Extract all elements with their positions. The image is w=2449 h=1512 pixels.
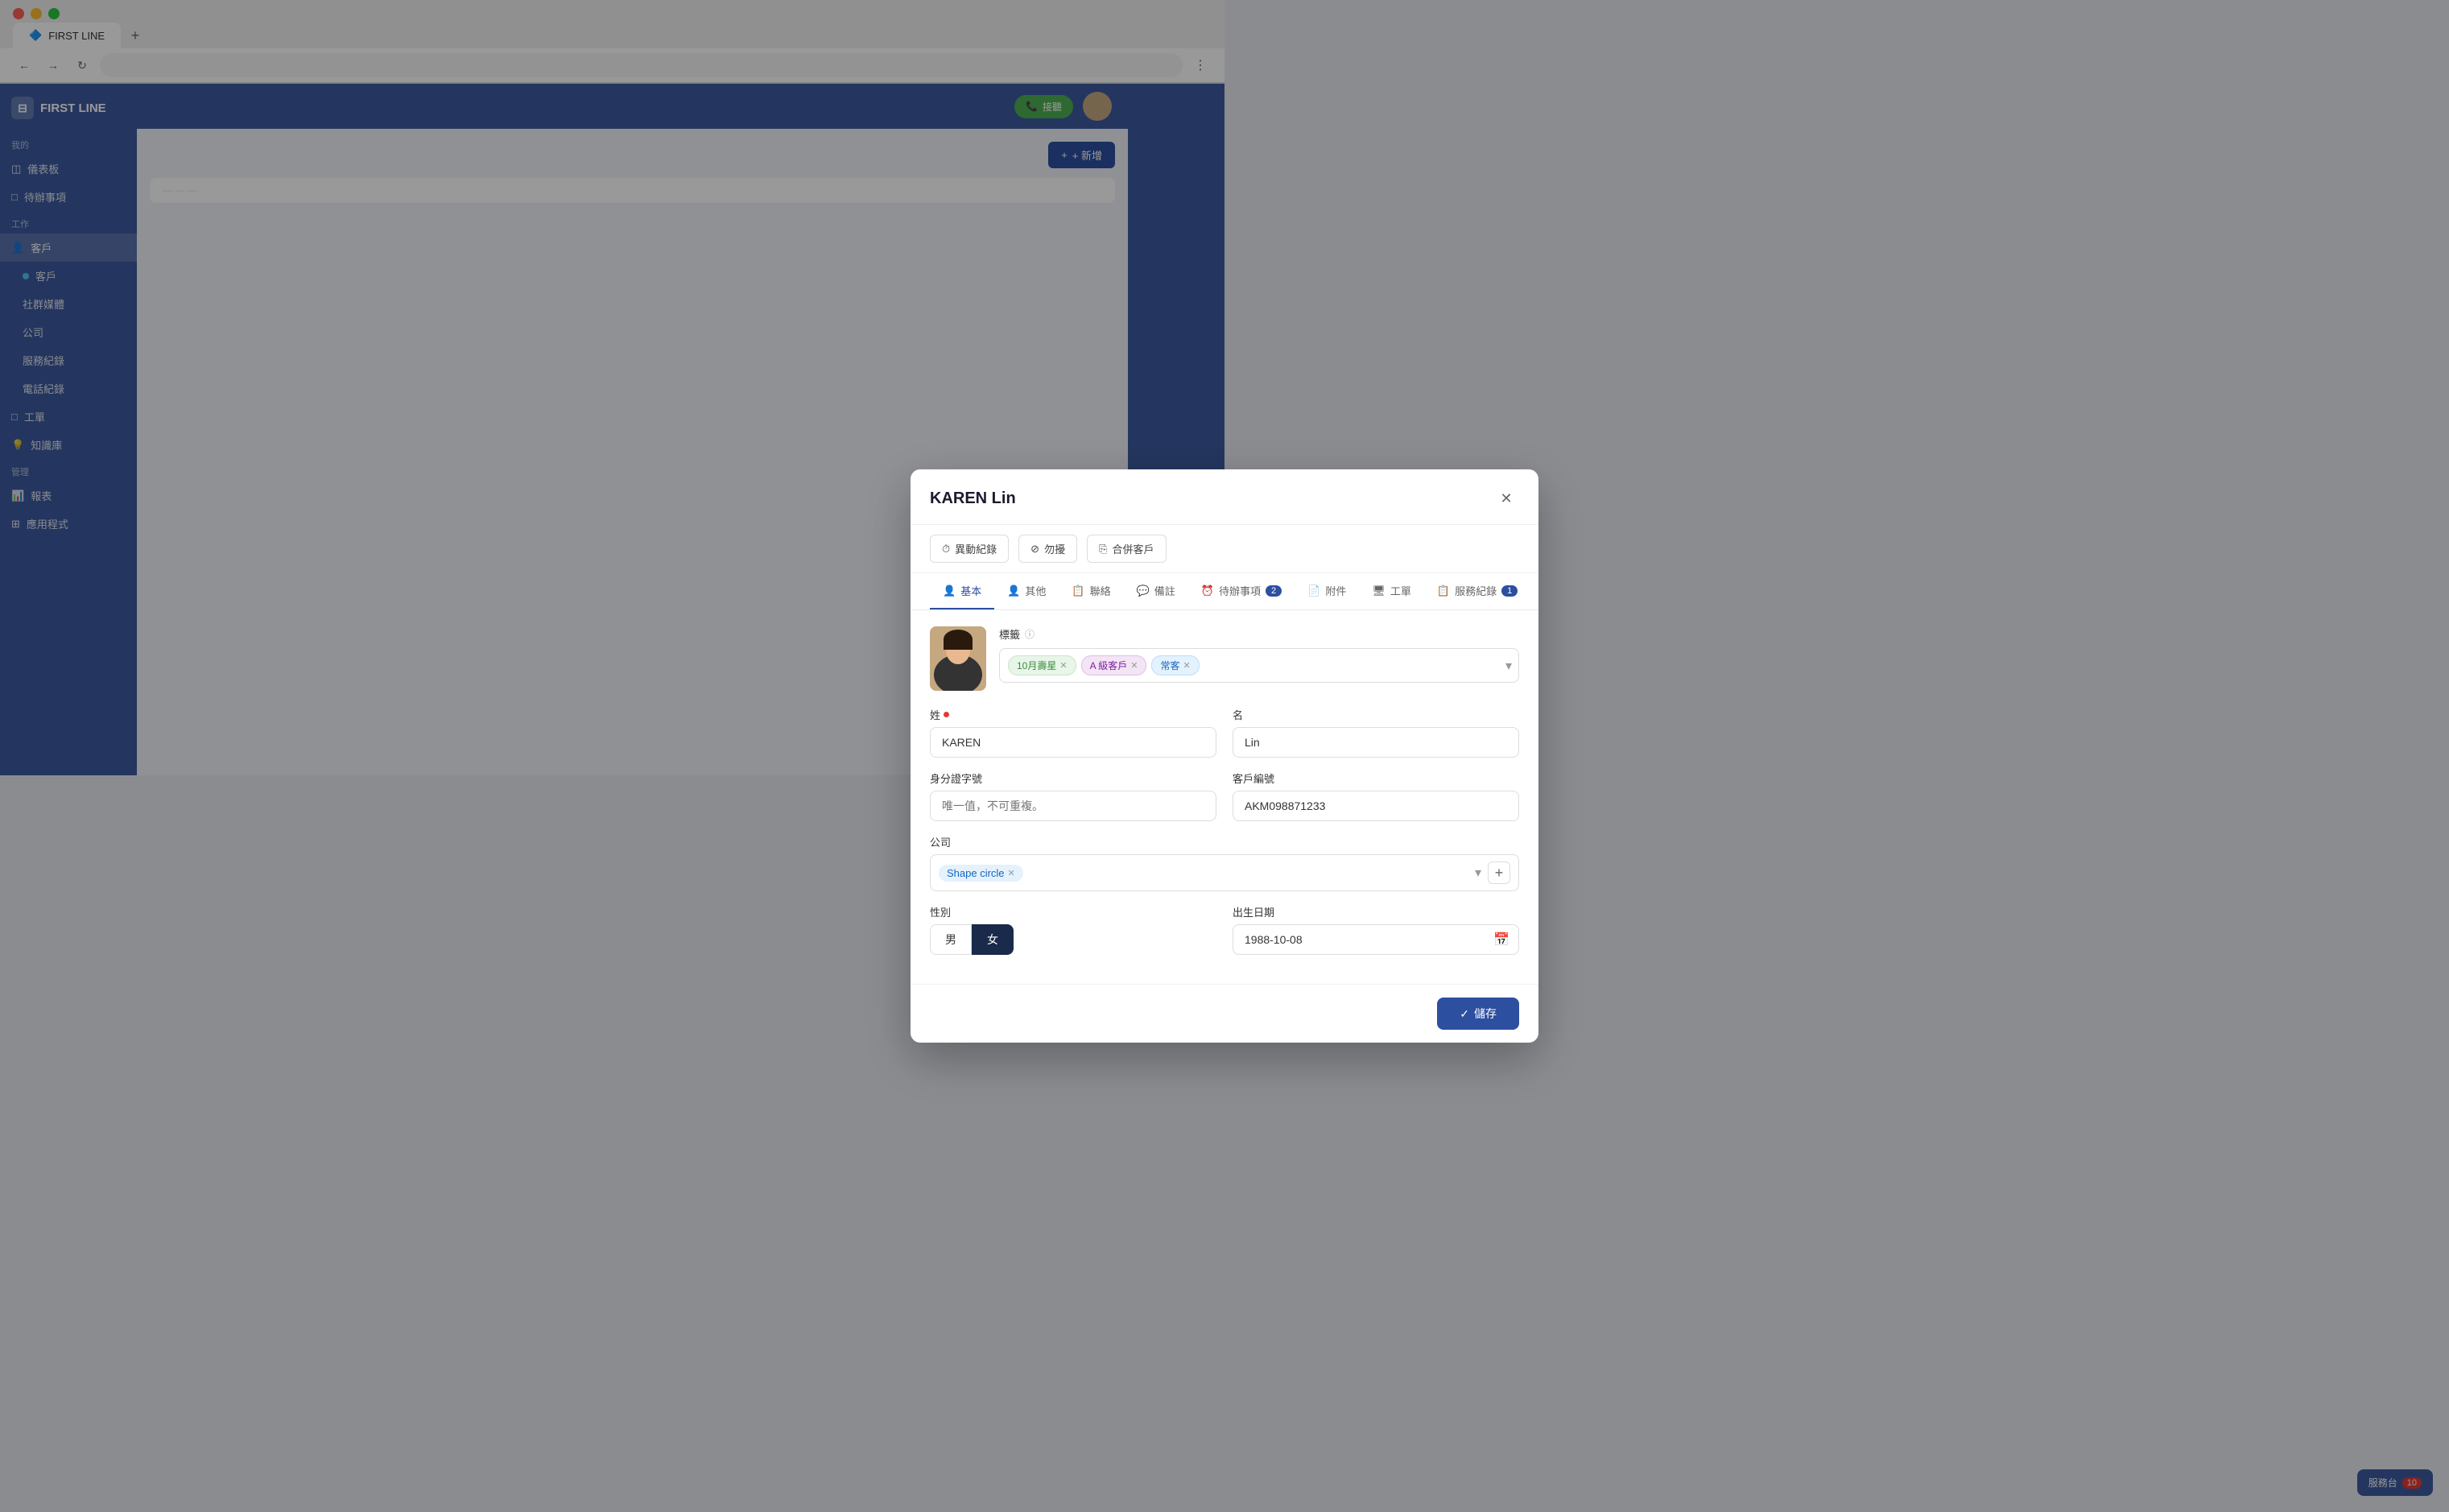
label-tag-birthday[interactable]: 10月壽星 ✕ [1008,655,1076,675]
labels-info-icon[interactable]: ⓘ [1025,627,1035,641]
no-disturb-icon: ⊘ [1030,543,1039,556]
tab-other-icon: 👤 [1007,585,1020,597]
tab-attachments-icon: 📄 [1307,585,1320,597]
id-number-group: 身分證字號 [930,770,1216,821]
labels-dropdown-arrow[interactable]: ▾ [1505,658,1512,674]
company-tag[interactable]: Shape circle ✕ [939,865,1023,882]
merge-button[interactable]: ⎘ 合併客戶 [1087,535,1166,563]
save-button[interactable]: ✓ 儲存 [1437,998,1519,1030]
gender-birthday-row: 性別 男 女 出生日期 📅 [930,904,1519,955]
birthday-field: 📅 [1233,924,1519,955]
birthday-label: 出生日期 [1233,904,1519,919]
labels-section: 標籤 ⓘ 10月壽星 ✕ A 級客戶 ✕ 常客 [999,626,1519,683]
company-name: Shape circle [947,867,1005,879]
company-group: 公司 Shape circle ✕ ▾ + [930,834,1519,891]
id-row: 身分證字號 客戶編號 [930,770,1519,821]
last-name-label: 姓 [930,707,1216,722]
tab-basic-icon: 👤 [943,585,956,597]
company-field-actions: ▾ + [1475,861,1510,884]
label-tag-regular-remove[interactable]: ✕ [1183,660,1191,671]
labels-label: 標籤 ⓘ [999,626,1519,642]
name-row: 姓 名 [930,707,1519,758]
id-number-label: 身分證字號 [930,770,1216,786]
modal-actions: ⏱ 異動紀錄 ⊘ 勿擾 ⎘ 合併客戶 [911,525,1538,573]
no-disturb-label: 勿擾 [1044,541,1065,556]
modal-overlay[interactable]: KAREN Lin ✕ ⏱ 異動紀錄 ⊘ 勿擾 ⎘ 合併客戶 👤 基本 [0,0,2449,1512]
anomaly-button[interactable]: ⏱ 異動紀錄 [930,535,1009,563]
tab-service-label: 服務紀錄 [1455,583,1497,598]
tab-notes-label: 備註 [1154,583,1175,598]
last-name-group: 姓 [930,707,1216,758]
label-tag-vip[interactable]: A 級客戶 ✕ [1081,655,1147,675]
customer-id-input[interactable] [1233,791,1519,821]
customer-id-label: 客戶編號 [1233,770,1519,786]
gender-female-button[interactable]: 女 [972,924,1014,955]
label-tag-vip-remove[interactable]: ✕ [1130,660,1138,671]
tab-service[interactable]: 📋 服務紀錄 1 [1424,573,1530,609]
gender-label: 性別 [930,904,1216,919]
tab-notes[interactable]: 💬 備註 [1124,573,1188,609]
tab-attachments[interactable]: 📄 附件 [1295,573,1359,609]
last-name-input[interactable] [930,727,1216,758]
no-disturb-button[interactable]: ⊘ 勿擾 [1018,535,1077,563]
calendar-icon[interactable]: 📅 [1493,932,1509,948]
tab-tickets-icon: 🖥 [1372,585,1386,597]
company-remove-icon[interactable]: ✕ [1008,868,1015,878]
tab-basic-label: 基本 [960,583,981,598]
tab-todos-icon: ⏰ [1201,585,1214,597]
tab-basic[interactable]: 👤 基本 [930,573,994,609]
first-name-label: 名 [1233,707,1519,722]
company-label: 公司 [930,834,1519,849]
company-dropdown-icon[interactable]: ▾ [1475,865,1481,881]
merge-icon: ⎘ [1099,543,1107,556]
labels-input[interactable]: 10月壽星 ✕ A 級客戶 ✕ 常客 ✕ ▾ [999,648,1519,683]
birthday-group: 出生日期 📅 [1233,904,1519,955]
customer-id-group: 客戶編號 [1233,770,1519,821]
company-add-button[interactable]: + [1488,861,1510,884]
tab-contact[interactable]: 📋 聯絡 [1059,573,1123,609]
birthday-input[interactable] [1233,924,1519,955]
tab-tickets[interactable]: 🖥 工單 [1359,573,1424,609]
gender-group: 性別 男 女 [930,904,1216,955]
tab-notes-icon: 💬 [1137,585,1150,597]
tab-other-label: 其他 [1025,583,1046,598]
tab-attachments-label: 附件 [1325,583,1346,598]
save-icon: ✓ [1460,1007,1469,1021]
tab-tickets-label: 工單 [1390,583,1411,598]
save-label: 儲存 [1474,1006,1497,1022]
tab-service-icon: 📋 [1437,585,1450,597]
tab-todos-label: 待辦事項 [1219,583,1261,598]
tab-todos-badge: 2 [1266,585,1282,597]
profile-avatar[interactable] [930,626,986,691]
first-name-group: 名 [1233,707,1519,758]
gender-male-button[interactable]: 男 [930,924,972,955]
anomaly-icon: ⏱ [942,543,950,556]
modal-footer: ✓ 儲存 [911,984,1538,1043]
label-tag-birthday-remove[interactable]: ✕ [1059,660,1067,671]
tab-contact-label: 聯絡 [1090,583,1111,598]
company-field[interactable]: Shape circle ✕ ▾ + [930,854,1519,891]
label-tag-regular[interactable]: 常客 ✕ [1151,655,1199,675]
profile-header: 標籤 ⓘ 10月壽星 ✕ A 級客戶 ✕ 常客 [930,626,1519,691]
modal-tabs: 👤 基本 👤 其他 📋 聯絡 💬 備註 ⏰ 待辦事項 2 📄 [911,573,1538,610]
customer-modal: KAREN Lin ✕ ⏱ 異動紀錄 ⊘ 勿擾 ⎘ 合併客戶 👤 基本 [911,469,1538,1043]
tab-todos[interactable]: ⏰ 待辦事項 2 [1188,573,1295,609]
anomaly-label: 異動紀錄 [955,541,997,556]
modal-header: KAREN Lin ✕ [911,469,1538,525]
modal-title: KAREN Lin [930,490,1016,508]
tab-other[interactable]: 👤 其他 [994,573,1059,609]
company-row: 公司 Shape circle ✕ ▾ + [930,834,1519,891]
merge-label: 合併客戶 [1112,541,1154,556]
modal-close-button[interactable]: ✕ [1493,485,1519,511]
required-indicator [944,712,949,717]
tab-service-badge: 1 [1501,585,1518,597]
first-name-input[interactable] [1233,727,1519,758]
tab-contact-icon: 📋 [1072,585,1084,597]
id-number-input[interactable] [930,791,1216,821]
gender-buttons: 男 女 [930,924,1216,955]
modal-body: 標籤 ⓘ 10月壽星 ✕ A 級客戶 ✕ 常客 [911,610,1538,984]
